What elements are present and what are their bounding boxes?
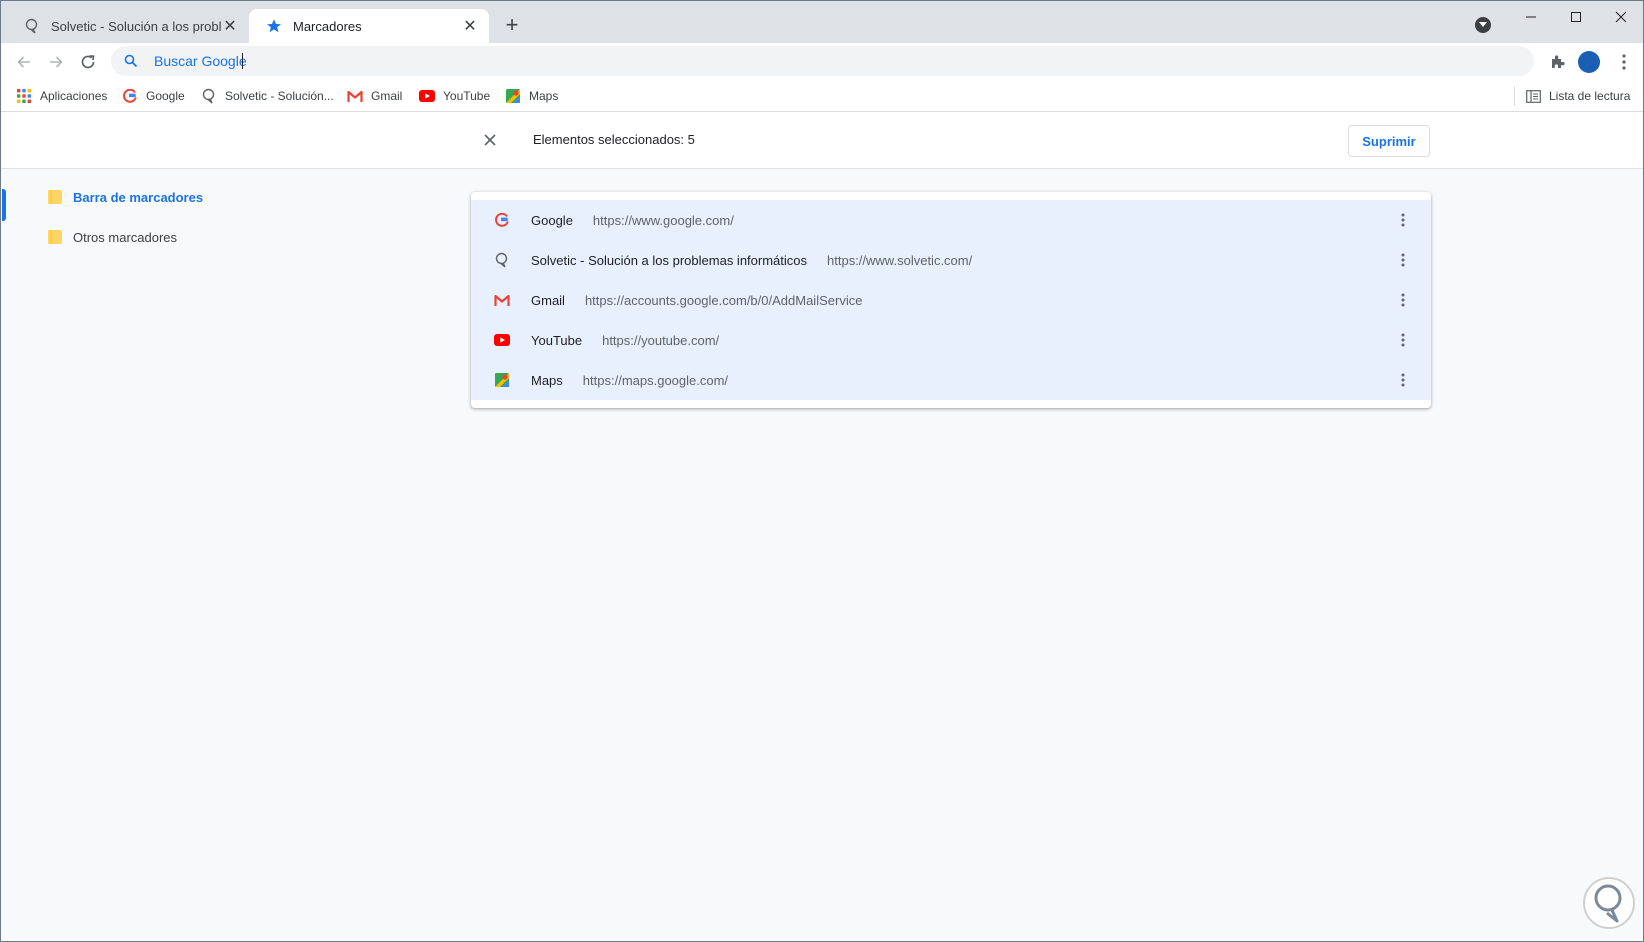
gmail-icon bbox=[493, 291, 511, 309]
bookmark-title: YouTube bbox=[531, 332, 583, 348]
bookmark-maps[interactable]: Maps bbox=[505, 86, 558, 106]
close-icon[interactable]: ✕ bbox=[461, 17, 479, 35]
forward-button[interactable] bbox=[43, 49, 69, 75]
bookmark-label: Google bbox=[146, 89, 185, 103]
google-icon bbox=[493, 211, 511, 229]
bookmarks-bar-divider bbox=[1514, 86, 1515, 106]
bookmark-row-google[interactable]: Google https://www.google.com/ bbox=[471, 200, 1431, 240]
bookmark-label: Aplicaciones bbox=[40, 89, 108, 103]
reading-list-label: Lista de lectura bbox=[1549, 89, 1631, 103]
bookmark-url: https://youtube.com/ bbox=[602, 332, 720, 348]
search-icon bbox=[121, 51, 141, 71]
tab-title: Marcadores bbox=[293, 18, 362, 34]
google-icon bbox=[122, 88, 138, 104]
solvetic-icon bbox=[493, 251, 511, 269]
bookmark-label: Maps bbox=[529, 89, 559, 103]
tab-solvetic[interactable]: Solvetic - Solución a los problemas info… bbox=[7, 9, 249, 43]
address-bar[interactable] bbox=[111, 46, 1534, 76]
toolbar bbox=[1, 43, 1643, 80]
solvetic-icon bbox=[23, 17, 41, 35]
bookmark-google[interactable]: Google bbox=[122, 86, 185, 106]
bookmark-solvetic[interactable]: Solvetic - Solución... bbox=[201, 86, 334, 106]
profile-avatar[interactable] bbox=[1578, 51, 1600, 73]
maximize-icon[interactable] bbox=[1562, 7, 1590, 27]
browser-window: Solvetic - Solución a los problemas info… bbox=[0, 0, 1644, 942]
bookmark-label: Solvetic - Solución... bbox=[225, 89, 334, 103]
bookmark-title: Solvetic - Solución a los problemas info… bbox=[531, 252, 808, 268]
reading-list-icon bbox=[1525, 88, 1541, 104]
youtube-icon bbox=[419, 88, 435, 104]
folder-icon bbox=[48, 190, 62, 204]
more-options-icon[interactable] bbox=[1393, 330, 1413, 350]
apps-grid-icon bbox=[16, 88, 32, 104]
clear-selection-icon[interactable] bbox=[479, 129, 501, 151]
more-options-icon[interactable] bbox=[1393, 370, 1413, 390]
omnibox-input[interactable] bbox=[154, 53, 454, 69]
tab-marcadores[interactable]: Marcadores ✕ bbox=[249, 9, 489, 43]
bookmark-apps[interactable]: Aplicaciones bbox=[16, 86, 107, 106]
solvetic-icon bbox=[201, 88, 217, 104]
star-icon bbox=[265, 17, 283, 35]
folder-icon bbox=[48, 230, 62, 244]
back-button[interactable] bbox=[11, 49, 37, 75]
extensions-icon[interactable] bbox=[1547, 51, 1569, 73]
bookmark-url: https://accounts.google.com/b/0/AddMailS… bbox=[584, 292, 863, 308]
more-options-icon[interactable] bbox=[1393, 210, 1413, 230]
bookmark-title: Gmail bbox=[531, 292, 565, 308]
selection-toolbar: Elementos seleccionados: 5 Suprimir bbox=[1, 112, 1643, 169]
gmail-icon bbox=[347, 88, 363, 104]
new-tab-button[interactable]: + bbox=[501, 14, 523, 37]
more-options-icon[interactable] bbox=[1393, 250, 1413, 270]
bookmark-title: Maps bbox=[531, 372, 563, 388]
reading-list-button[interactable]: Lista de lectura bbox=[1525, 86, 1630, 106]
youtube-icon bbox=[493, 331, 511, 349]
text-caret bbox=[242, 53, 243, 69]
window-close-icon[interactable] bbox=[1607, 7, 1635, 27]
bookmark-url: https://www.solvetic.com/ bbox=[827, 252, 973, 268]
delete-button[interactable]: Suprimir bbox=[1348, 125, 1430, 157]
bookmark-list: Google https://www.google.com/ Solvetic … bbox=[471, 192, 1431, 408]
folder-sidebar: Barra de marcadores Otros marcadores bbox=[1, 169, 461, 941]
solvetic-watermark-logo bbox=[1583, 877, 1635, 929]
sidebar-item-label: Barra de marcadores bbox=[73, 189, 204, 205]
bookmark-label: Gmail bbox=[371, 89, 403, 103]
close-icon[interactable]: ✕ bbox=[221, 17, 239, 35]
bookmark-gmail[interactable]: Gmail bbox=[347, 86, 402, 106]
sidebar-item-bookmarks-bar[interactable]: Barra de marcadores bbox=[1, 177, 301, 221]
bookmark-row-maps[interactable]: Maps https://maps.google.com/ bbox=[471, 360, 1431, 400]
menu-icon[interactable] bbox=[1613, 51, 1635, 73]
sidebar-item-other-bookmarks[interactable]: Otros marcadores bbox=[1, 217, 301, 257]
bookmark-title: Google bbox=[531, 212, 573, 228]
selection-count: Elementos seleccionados: 5 bbox=[533, 132, 695, 147]
minimize-icon[interactable] bbox=[1517, 7, 1545, 27]
bookmark-youtube[interactable]: YouTube bbox=[419, 86, 490, 106]
tab-search-icon[interactable] bbox=[1475, 17, 1491, 33]
maps-icon bbox=[493, 371, 511, 389]
bookmark-row-solvetic[interactable]: Solvetic - Solución a los problemas info… bbox=[471, 240, 1431, 280]
bookmark-row-youtube[interactable]: YouTube https://youtube.com/ bbox=[471, 320, 1431, 360]
tab-strip: Solvetic - Solución a los problemas info… bbox=[1, 1, 1643, 43]
bookmark-label: YouTube bbox=[443, 89, 491, 103]
maps-icon bbox=[505, 88, 521, 104]
avatar bbox=[1578, 51, 1600, 73]
sidebar-item-label: Otros marcadores bbox=[73, 229, 178, 245]
tab-title: Solvetic - Solución a los problemas info… bbox=[51, 18, 221, 34]
bookmarks-bar: Aplicaciones Google Solvetic - Solución.… bbox=[1, 80, 1643, 112]
reload-button[interactable] bbox=[75, 49, 101, 75]
bookmark-row-gmail[interactable]: Gmail https://accounts.google.com/b/0/Ad… bbox=[471, 280, 1431, 320]
bookmark-url: https://maps.google.com/ bbox=[582, 372, 729, 388]
more-options-icon[interactable] bbox=[1393, 290, 1413, 310]
bookmark-url: https://www.google.com/ bbox=[592, 212, 734, 228]
